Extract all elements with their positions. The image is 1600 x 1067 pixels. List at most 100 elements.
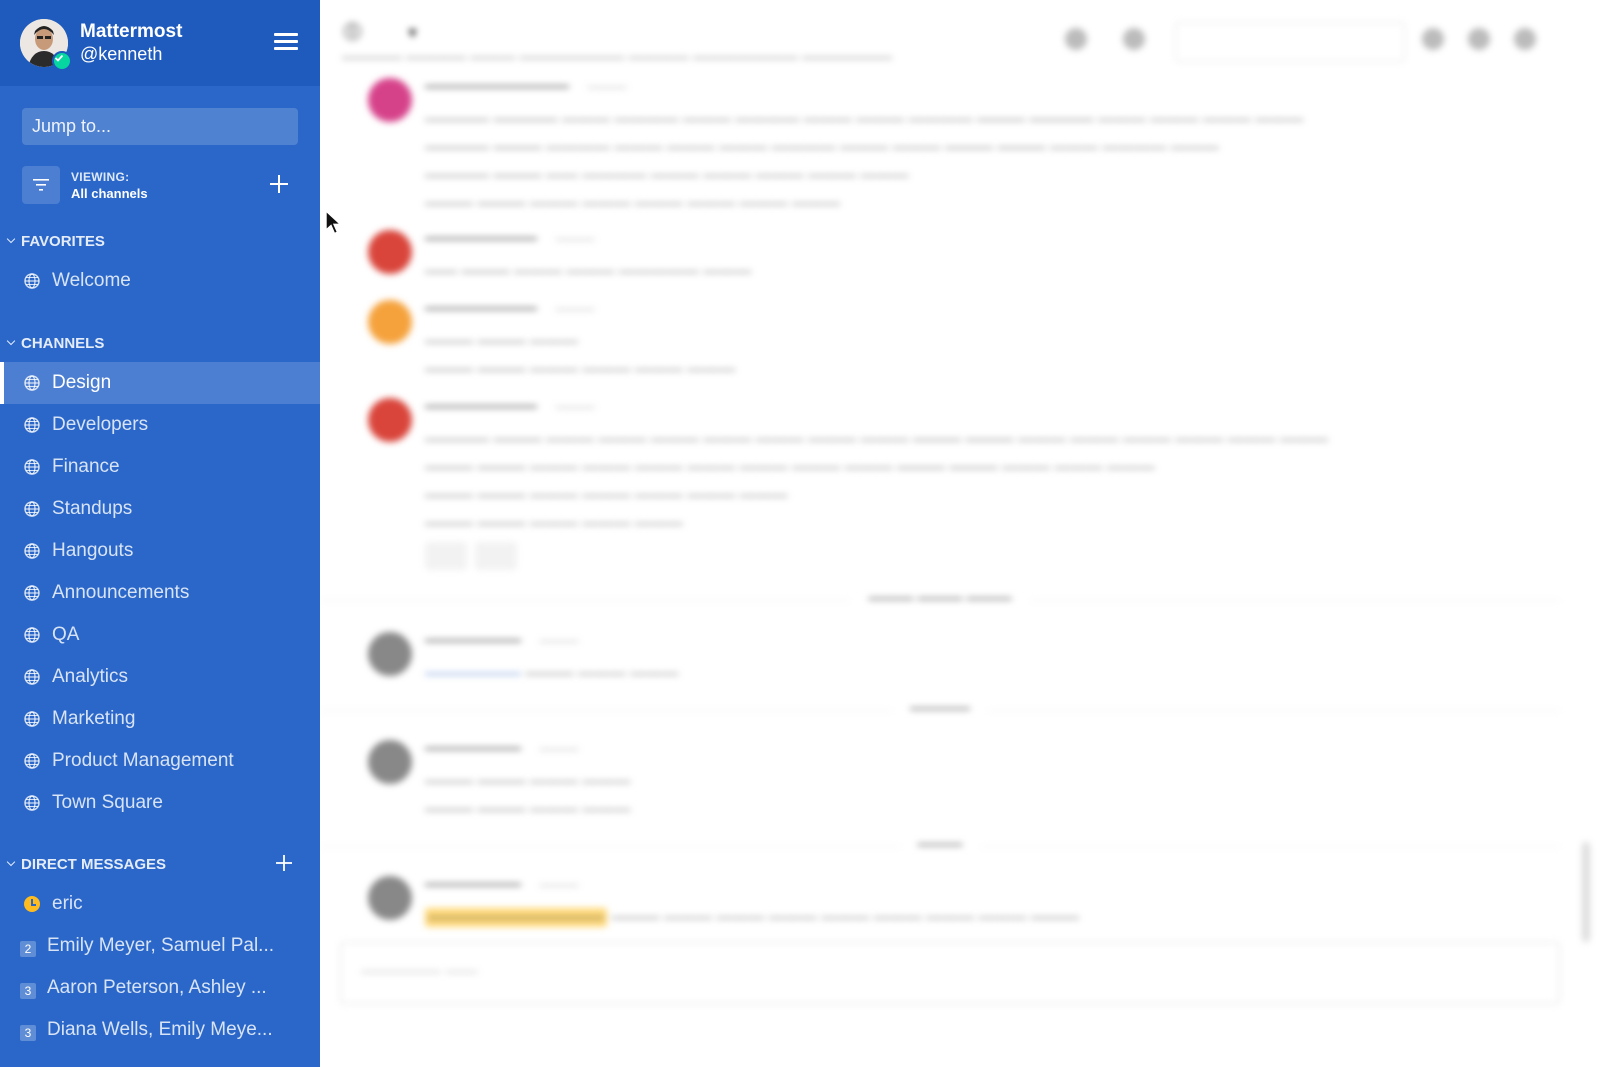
sidebar-item-welcome[interactable]: Welcome <box>0 260 320 302</box>
post-author: ——————— ——— <box>425 300 595 317</box>
direct-message-label: eric <box>52 893 83 914</box>
sidebar-item-label: Standups <box>52 498 133 519</box>
direct-message-label: Diana Wells, Emily Meye... <box>47 1019 273 1040</box>
post-body: ——— ——— ——— ——— ——— ——— ——— ——— <box>425 773 631 818</box>
members-icon[interactable] <box>1065 28 1087 50</box>
sidebar-item-label: Marketing <box>52 708 136 729</box>
sidebar-item-analytics[interactable]: Analytics <box>0 656 320 698</box>
sidebar-item-label: Welcome <box>52 270 131 291</box>
direct-message-item[interactable]: eric <box>0 883 320 925</box>
post-author: —————— ——— <box>425 632 579 649</box>
reaction-thumbs-up[interactable] <box>475 542 517 570</box>
filter-icon[interactable] <box>22 166 60 204</box>
sidebar-item-finance[interactable]: Finance <box>0 446 320 488</box>
avatar <box>368 632 412 676</box>
sidebar-item-hangouts[interactable]: Hangouts <box>0 530 320 572</box>
avatar <box>368 300 412 344</box>
post-author: —————— ——— <box>425 740 579 757</box>
reaction-heart[interactable] <box>425 542 467 570</box>
help-icon[interactable] <box>1514 28 1536 50</box>
globe-icon <box>24 543 40 559</box>
sidebar-item-qa[interactable]: QA <box>0 614 320 656</box>
globe-icon <box>24 795 40 811</box>
post-body: —————— ——— ——— ——— <box>425 665 679 682</box>
direct-message-item[interactable]: 3 Diana Wells, Emily Meye... <box>0 1009 320 1051</box>
direct-messages-header-label: DIRECT MESSAGES <box>21 855 167 873</box>
chevron-down-icon <box>6 234 16 244</box>
direct-message-item[interactable]: 3 Aaron Peterson, Ashley ... <box>0 967 320 1009</box>
post-body: ——————————— ——— ——— ——— ——— ——— ——— ——— … <box>425 904 1545 932</box>
sidebar-item-label: Announcements <box>52 582 190 603</box>
at-mention-icon[interactable] <box>1422 28 1444 50</box>
direct-message-label: Emily Meyer, Samuel Pal... <box>47 935 275 956</box>
mouse-cursor-icon <box>325 210 343 235</box>
direct-message-list: eric 2 Emily Meyer, Samuel Pal... 3 Aaron Pe… <box>0 883 320 1051</box>
post-body: ———— ———— ——— ———— ——— ———— ——— ——— ————… <box>425 111 1304 212</box>
sidebar-item-town-square[interactable]: Town Square <box>0 782 320 824</box>
date-divider-label: ——— ——— ——— <box>320 590 1560 607</box>
channels-header[interactable]: CHANNELS <box>0 332 320 354</box>
sidebar-item-product-management[interactable]: Product Management <box>0 740 320 782</box>
reactions <box>425 542 517 570</box>
away-clock-icon <box>24 896 40 912</box>
avatar <box>368 78 412 122</box>
sidebar-item-label: Hangouts <box>52 540 134 561</box>
sidebar-item-standups[interactable]: Standups <box>0 488 320 530</box>
username: @kenneth <box>80 44 163 64</box>
post-body: —— ——— ——— ——— ————— ——— <box>425 263 752 280</box>
message-composer[interactable]: ————— —— <box>340 942 1560 1004</box>
globe-icon <box>24 627 40 643</box>
member-count-badge: 2 <box>20 941 36 957</box>
post-body: ———— ——— ——— ——— ——— ——— ——— ——— ——— ———… <box>425 431 1329 532</box>
direct-messages-header[interactable]: DIRECT MESSAGES <box>0 853 320 875</box>
channel-header: ⓘ ▾ ———— ———— ——— ——————— ———— ——————— —… <box>320 0 1600 80</box>
chevron-down-icon <box>6 857 16 867</box>
sidebar-item-label: Developers <box>52 414 149 435</box>
member-count-badge: 3 <box>20 983 36 999</box>
sidebar-item-label: Product Management <box>52 750 234 771</box>
sidebar-item-announcements[interactable]: Announcements <box>0 572 320 614</box>
post-author: ——————— ——— <box>425 398 595 415</box>
add-channel-icon[interactable] <box>268 173 290 195</box>
sidebar-item-developers[interactable]: Developers <box>0 404 320 446</box>
viewing-label: VIEWING: <box>71 169 130 184</box>
channel-filter: VIEWING: All channels <box>22 166 298 204</box>
sidebar-item-label: Town Square <box>52 792 163 813</box>
post-author: ————————— ——— <box>425 78 627 95</box>
globe-icon <box>24 753 40 769</box>
sidebar-item-label: Finance <box>52 456 120 477</box>
sidebar-header: Mattermost @kenneth <box>0 0 320 86</box>
favorites-header[interactable]: FAVORITES <box>0 230 320 252</box>
jump-to-input[interactable]: Jump to... <box>22 108 298 145</box>
scrollbar[interactable] <box>1582 842 1590 942</box>
avatar <box>368 876 412 920</box>
sidebar-item-design[interactable]: Design <box>0 362 320 404</box>
direct-message-item[interactable]: 2 Emily Meyer, Samuel Pal... <box>0 925 320 967</box>
online-status-icon <box>52 51 72 71</box>
globe-icon <box>24 417 40 433</box>
viewing-value: All channels <box>71 185 148 201</box>
add-direct-message-icon[interactable] <box>274 853 294 873</box>
favorites-list: Welcome <box>0 260 320 302</box>
sidebar-item-marketing[interactable]: Marketing <box>0 698 320 740</box>
globe-icon <box>24 375 40 391</box>
pin-icon[interactable] <box>1123 28 1145 50</box>
member-count-badge: 3 <box>20 1025 36 1041</box>
flag-icon[interactable] <box>1468 28 1490 50</box>
channels-header-label: CHANNELS <box>21 334 105 352</box>
globe-icon <box>24 273 40 289</box>
chevron-down-icon <box>6 336 16 346</box>
hamburger-menu-icon[interactable] <box>274 33 298 51</box>
post-body: ——— ——— ——— ——— ——— ——— ——— ——— ——— <box>425 333 736 378</box>
post-author: ——————— ——— <box>425 230 595 247</box>
sidebar-item-label: Design <box>52 372 112 393</box>
avatar <box>368 230 412 274</box>
avatar[interactable] <box>20 19 72 71</box>
post-author: —————— ——— <box>425 876 579 893</box>
direct-message-label: Aaron Peterson, Ashley ... <box>47 977 267 998</box>
avatar <box>368 740 412 784</box>
team-info: Mattermost @kenneth <box>80 20 182 66</box>
sidebar-item-label: Analytics <box>52 666 129 687</box>
search-input[interactable] <box>1175 22 1405 62</box>
channel-view: ⓘ ▾ ———— ———— ——— ——————— ———— ——————— —… <box>320 0 1600 1067</box>
